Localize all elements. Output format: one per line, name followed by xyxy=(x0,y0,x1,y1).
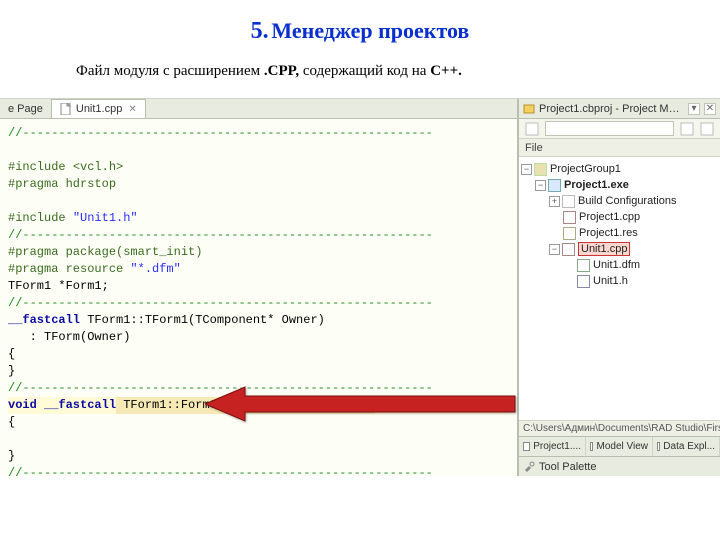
group-icon xyxy=(534,163,547,176)
toolbar-btn-icon[interactable] xyxy=(680,122,694,136)
project-tree: −ProjectGroup1 −Project1.exe +Build Conf… xyxy=(519,157,720,420)
config-icon xyxy=(562,195,575,208)
btab-project[interactable]: Project1.... xyxy=(519,437,586,456)
slide-title-text: Менеджер проектов xyxy=(271,18,469,43)
tab-welcome[interactable]: e Page xyxy=(0,99,52,118)
code-line: : TForm(Owner) xyxy=(8,330,130,344)
pm-bottom-tabs: Project1.... Model View Data Expl... xyxy=(519,436,720,456)
code-line: { xyxy=(8,415,15,429)
code-line: #pragma resource xyxy=(8,262,130,276)
subtitle-part1: Файл модуля с расширением xyxy=(76,63,264,79)
toolbar-btn-icon[interactable] xyxy=(700,122,714,136)
pm-toolbar xyxy=(519,119,720,139)
collapse-icon[interactable]: − xyxy=(521,164,532,175)
slide-number: 5. xyxy=(251,18,269,44)
close-icon[interactable]: ✕ xyxy=(704,103,716,115)
cpp-file-icon xyxy=(60,103,72,115)
cpp-file-icon xyxy=(562,243,575,256)
slide-title: 5. Менеджер проектов xyxy=(0,0,720,53)
project-icon xyxy=(523,103,535,115)
code-line: #pragma package(smart_init) xyxy=(8,245,202,259)
tab-label: Unit1.cpp xyxy=(76,103,122,115)
code-area[interactable]: //--------------------------------------… xyxy=(0,119,517,476)
btab-data-explorer[interactable]: Data Expl... xyxy=(653,437,720,456)
pm-titlebar: Project1.cbproj - Project Manager ▾ ✕ xyxy=(519,99,720,119)
tree-node-project-res[interactable]: Project1.res xyxy=(521,225,718,241)
tree-node-exe[interactable]: −Project1.exe xyxy=(521,177,718,193)
code-line: { xyxy=(8,347,15,361)
code-line: //--------------------------------------… xyxy=(8,381,433,395)
tab-icon xyxy=(523,442,530,451)
expand-icon[interactable]: + xyxy=(549,196,560,207)
tab-icon xyxy=(657,442,660,451)
subtitle-part2: содержащий код на xyxy=(299,63,430,79)
collapse-icon[interactable]: − xyxy=(549,244,560,255)
code-line: } xyxy=(8,364,15,378)
tree-node-root[interactable]: −ProjectGroup1 xyxy=(521,161,718,177)
tab-unit1-cpp[interactable]: Unit1.cpp ✕ xyxy=(52,99,146,118)
tab-label: e Page xyxy=(8,103,43,115)
exe-icon xyxy=(548,179,561,192)
toolbar-btn-icon[interactable] xyxy=(525,122,539,136)
code-line: TForm1 *Form1; xyxy=(8,279,109,293)
code-line: #include xyxy=(8,160,73,174)
btab-model-view[interactable]: Model View xyxy=(586,437,653,456)
subtitle-lang: C++. xyxy=(430,63,462,79)
subtitle: Файл модуля с расширением .CPP, содержащ… xyxy=(0,53,720,98)
pm-title-text: Project1.cbproj - Project Manager xyxy=(539,103,684,115)
dfm-file-icon xyxy=(577,259,590,272)
project-manager-panel: Project1.cbproj - Project Manager ▾ ✕ Fi… xyxy=(518,99,720,476)
tree-node-unit1-dfm[interactable]: Unit1.dfm xyxy=(521,257,718,273)
tree-node-build-cfg[interactable]: +Build Configurations xyxy=(521,193,718,209)
tool-palette-label: Tool Palette xyxy=(539,461,596,473)
pm-column-header[interactable]: File xyxy=(519,139,720,157)
wrench-icon xyxy=(523,461,535,473)
tree-node-project-cpp[interactable]: Project1.cpp xyxy=(521,209,718,225)
subtitle-ext: .CPP, xyxy=(264,63,299,79)
pin-icon[interactable]: ▾ xyxy=(688,103,700,115)
h-file-icon xyxy=(577,275,590,288)
cpp-file-icon xyxy=(563,211,576,224)
code-line: } xyxy=(8,449,15,463)
code-line: #include xyxy=(8,211,73,225)
code-line: //--------------------------------------… xyxy=(8,466,433,476)
pm-dropdown[interactable] xyxy=(545,121,674,136)
code-line: void __fastcall xyxy=(8,398,116,412)
code-line: //--------------------------------------… xyxy=(8,126,433,140)
tool-palette-bar[interactable]: Tool Palette xyxy=(519,456,720,476)
close-icon[interactable]: ✕ xyxy=(128,104,136,115)
editor-tabs: e Page Unit1.cpp ✕ xyxy=(0,99,517,119)
collapse-icon[interactable]: − xyxy=(535,180,546,191)
ide-screenshot: e Page Unit1.cpp ✕ //-------------------… xyxy=(0,98,720,476)
tab-icon xyxy=(590,442,593,451)
tree-node-unit1-cpp[interactable]: −Unit1.cpp xyxy=(521,241,718,257)
code-line: //--------------------------------------… xyxy=(8,296,433,310)
code-editor-pane: e Page Unit1.cpp ✕ //-------------------… xyxy=(0,99,518,476)
res-file-icon xyxy=(563,227,576,240)
path-bar: C:\Users\Админ\Documents\RAD Studio\Firs… xyxy=(519,420,720,436)
code-line: //--------------------------------------… xyxy=(8,228,433,242)
code-line: #pragma hdrstop xyxy=(8,177,116,191)
tree-node-unit1-h[interactable]: Unit1.h xyxy=(521,273,718,289)
code-line: __fastcall xyxy=(8,313,80,327)
